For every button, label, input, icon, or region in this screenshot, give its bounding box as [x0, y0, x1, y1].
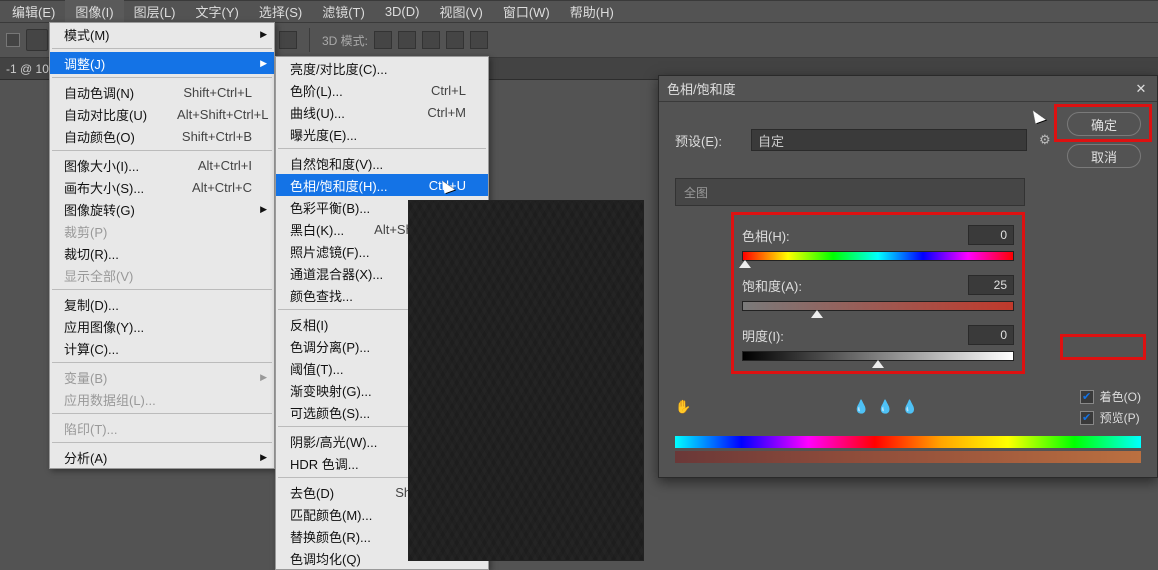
menu-3d[interactable]: 3D(D): [375, 2, 430, 21]
preset-label: 预设(E):: [675, 131, 739, 150]
menu-apply-dataset[interactable]: 应用数据组(L)...: [50, 388, 274, 410]
channel-select[interactable]: 全图: [675, 178, 1025, 206]
menu-auto-color[interactable]: 自动颜色(O)Shift+Ctrl+B: [50, 125, 274, 147]
hue-bar-bottom: [675, 451, 1141, 463]
saturation-slider[interactable]: [742, 301, 1014, 311]
menu-auto-tone[interactable]: 自动色调(N)Shift+Ctrl+L: [50, 81, 274, 103]
hue-slider[interactable]: [742, 251, 1014, 261]
document-tab[interactable]: -1 @ 10: [4, 62, 51, 76]
saturation-slider-row: 饱和度(A): 25: [742, 275, 1014, 311]
dialog-title: 色相/饱和度: [667, 79, 736, 98]
cancel-button[interactable]: 取消: [1067, 144, 1141, 168]
menu-type[interactable]: 文字(Y): [186, 0, 249, 23]
hue-slider-row: 色相(H): 0: [742, 225, 1014, 261]
menu-canvas-size[interactable]: 画布大小(S)...Alt+Ctrl+C: [50, 176, 274, 198]
gear-icon[interactable]: ⚙: [1039, 132, 1055, 148]
menu-trim[interactable]: 裁切(R)...: [50, 242, 274, 264]
3d-pan-icon[interactable]: [422, 31, 440, 49]
menu-reveal-all[interactable]: 显示全部(V): [50, 264, 274, 286]
distribute-v-icon[interactable]: [279, 31, 297, 49]
colorize-checkbox[interactable]: ✔着色(O): [1080, 388, 1141, 405]
menu-image-rotation[interactable]: 图像旋转(G): [50, 198, 274, 220]
menu-select[interactable]: 选择(S): [249, 0, 312, 23]
menu-brightness-contrast[interactable]: 亮度/对比度(C)...: [276, 57, 488, 79]
menu-mode[interactable]: 模式(M): [50, 23, 274, 45]
menu-crop[interactable]: 裁剪(P): [50, 220, 274, 242]
menu-help[interactable]: 帮助(H): [560, 0, 624, 23]
menu-view[interactable]: 视图(V): [429, 0, 492, 23]
saturation-label: 饱和度(A):: [742, 276, 802, 295]
hue-value[interactable]: 0: [968, 225, 1014, 245]
saturation-value[interactable]: 25: [968, 275, 1014, 295]
menu-calculations[interactable]: 计算(C)...: [50, 337, 274, 359]
lightness-slider[interactable]: [742, 351, 1014, 361]
3d-slide-icon[interactable]: [446, 31, 464, 49]
menu-analysis[interactable]: 分析(A): [50, 446, 274, 468]
menu-apply-image[interactable]: 应用图像(Y)...: [50, 315, 274, 337]
menu-trap[interactable]: 陷印(T)...: [50, 417, 274, 439]
menu-image-size[interactable]: 图像大小(I)...Alt+Ctrl+I: [50, 154, 274, 176]
annotation-ok-highlight: [1054, 104, 1152, 142]
menu-curves[interactable]: 曲线(U)...Ctrl+M: [276, 101, 488, 123]
tool-preset-icon[interactable]: [26, 29, 48, 51]
menu-hue-saturation[interactable]: 色相/饱和度(H)...Ctrl+U: [276, 174, 488, 196]
eyedropper-plus-icon[interactable]: 💧: [877, 399, 893, 415]
menu-image[interactable]: 图像(I): [65, 0, 123, 23]
hue-label: 色相(H):: [742, 226, 790, 245]
hand-icon[interactable]: ✋: [675, 399, 691, 415]
preview-checkbox[interactable]: ✔预览(P): [1080, 409, 1140, 426]
hue-bar-top: [675, 436, 1141, 448]
menu-image-dropdown: 模式(M) 调整(J) 自动色调(N)Shift+Ctrl+L 自动对比度(U)…: [49, 22, 275, 469]
menu-levels[interactable]: 色阶(L)...Ctrl+L: [276, 79, 488, 101]
close-icon[interactable]: ✕: [1133, 81, 1149, 97]
3d-mode-label: 3D 模式:: [322, 32, 368, 49]
eyedropper-icon[interactable]: 💧: [853, 399, 869, 415]
menu-filter[interactable]: 滤镜(T): [312, 0, 375, 23]
hue-bars: [675, 436, 1141, 463]
dialog-titlebar[interactable]: 色相/饱和度 ✕: [659, 76, 1157, 102]
lightness-slider-row: 明度(I): 0: [742, 325, 1014, 361]
lightness-label: 明度(I):: [742, 326, 784, 345]
menu-adjustments[interactable]: 调整(J): [50, 52, 274, 74]
menu-exposure[interactable]: 曝光度(E)...: [276, 123, 488, 145]
menu-layer[interactable]: 图层(L): [124, 0, 186, 23]
sliders-highlight: 色相(H): 0 饱和度(A): 25 明度(I): 0: [731, 212, 1025, 374]
menu-duplicate[interactable]: 复制(D)...: [50, 293, 274, 315]
3d-orbit-icon[interactable]: [374, 31, 392, 49]
menu-window[interactable]: 窗口(W): [493, 0, 560, 23]
document-canvas[interactable]: [408, 200, 644, 561]
eyedropper-minus-icon[interactable]: 💧: [902, 399, 918, 415]
menu-auto-contrast[interactable]: 自动对比度(U)Alt+Shift+Ctrl+L: [50, 103, 274, 125]
3d-scale-icon[interactable]: [470, 31, 488, 49]
menu-vibrance[interactable]: 自然饱和度(V)...: [276, 152, 488, 174]
menubar: 编辑(E) 图像(I) 图层(L) 文字(Y) 选择(S) 滤镜(T) 3D(D…: [0, 0, 1158, 22]
menu-variables[interactable]: 变量(B): [50, 366, 274, 388]
preset-select[interactable]: 自定: [751, 129, 1027, 151]
3d-roll-icon[interactable]: [398, 31, 416, 49]
lightness-value[interactable]: 0: [968, 325, 1014, 345]
menu-edit[interactable]: 编辑(E): [2, 0, 65, 23]
autoselect-checkbox[interactable]: [6, 33, 20, 47]
